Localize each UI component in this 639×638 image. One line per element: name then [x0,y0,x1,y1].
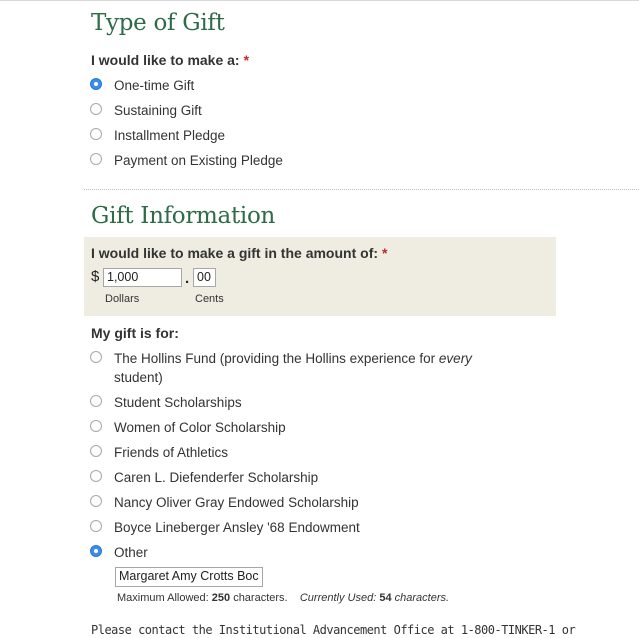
gift-type-question-text: I would like to make a: [91,52,240,68]
purpose-option-other[interactable]: Other [90,543,148,565]
gift-type-option-sustaining[interactable]: Sustaining Gift [90,101,202,123]
radio-unchecked-icon[interactable] [90,520,102,532]
purpose-option-friends-of-athletics[interactable]: Friends of Athletics [90,443,228,465]
dollars-label: Dollars [105,293,140,305]
currently-used-suffix: characters. [394,592,450,604]
max-allowed-label: Maximum Allowed: [117,592,209,604]
currency-symbol: $ [91,268,100,285]
cents-label: Cents [195,293,224,305]
donation-form: Type of Gift I would like to make a: * On… [0,0,639,638]
decimal-point: . [185,270,190,287]
gift-type-option-label: Installment Pledge [114,128,226,143]
gift-type-option-one-time[interactable]: One-time Gift [90,76,194,98]
currently-used-value: 54 [379,592,392,604]
gift-type-option-label: One-time Gift [114,78,195,93]
radio-unchecked-icon[interactable] [90,495,102,507]
radio-checked-icon[interactable] [90,545,102,557]
gift-information-heading: Gift Information [91,203,276,229]
required-asterisk: * [382,245,388,261]
radio-unchecked-icon[interactable] [90,395,102,407]
gift-type-option-existing-pledge[interactable]: Payment on Existing Pledge [90,151,283,173]
purpose-option-nancy-oliver-gray[interactable]: Nancy Oliver Gray Endowed Scholarship [90,493,359,515]
radio-unchecked-icon[interactable] [90,128,102,140]
purpose-option-hollins-fund[interactable]: The Hollins Fund (providing the Hollins … [90,349,484,385]
radio-unchecked-icon[interactable] [90,351,102,363]
amount-question: I would like to make a gift in the amoun… [91,245,387,261]
radio-checked-icon[interactable] [90,78,102,90]
gift-type-question: I would like to make a: * [91,52,249,68]
max-allowed-suffix: characters. [233,592,288,604]
purpose-option-label-prefix: The Hollins Fund (providing the Hollins … [114,351,439,366]
amount-question-text: I would like to make a gift in the amoun… [91,245,379,261]
radio-unchecked-icon[interactable] [90,103,102,115]
gift-type-option-label: Sustaining Gift [114,103,202,118]
purpose-option-label: Other [114,545,148,560]
purpose-option-label: Student Scholarships [114,395,242,410]
purpose-option-label: Friends of Athletics [114,445,229,460]
radio-unchecked-icon[interactable] [90,470,102,482]
purpose-option-diefenderfer[interactable]: Caren L. Diefenderfer Scholarship [90,468,318,490]
section-divider [84,189,639,190]
purpose-option-label-emphasis: every [438,351,472,366]
purpose-question: My gift is for: [91,325,179,341]
type-of-gift-heading: Type of Gift [91,10,225,36]
dollars-input[interactable]: 1,000 [103,268,182,287]
max-allowed-value: 250 [211,592,231,604]
purpose-option-student-scholarships[interactable]: Student Scholarships [90,393,242,415]
purpose-option-label-suffix: student) [114,370,163,385]
cents-input[interactable]: 00 [193,268,216,287]
gift-type-option-label: Payment on Existing Pledge [114,153,283,168]
gift-type-option-installment[interactable]: Installment Pledge [90,126,225,148]
other-purpose-input[interactable]: Margaret Amy Crotts Boc [115,567,263,587]
purpose-option-label: Boyce Lineberger Ansley '68 Endowment [114,520,360,535]
currently-used-label: Currently Used: [299,592,377,604]
purpose-option-boyce-ansley[interactable]: Boyce Lineberger Ansley '68 Endowment [90,518,360,540]
purpose-option-label: The Hollins Fund (providing the Hollins … [114,349,484,387]
radio-unchecked-icon[interactable] [90,445,102,457]
purpose-option-label: Women of Color Scholarship [114,420,286,435]
character-counter: Maximum Allowed: 250 characters. Current… [117,592,449,604]
contact-note: Please contact the Institutional Advance… [91,623,576,637]
purpose-option-women-of-color[interactable]: Women of Color Scholarship [90,418,286,440]
radio-unchecked-icon[interactable] [90,420,102,432]
radio-unchecked-icon[interactable] [90,153,102,165]
purpose-option-label: Nancy Oliver Gray Endowed Scholarship [114,495,359,510]
required-asterisk: * [243,52,250,68]
purpose-option-label: Caren L. Diefenderfer Scholarship [114,470,319,485]
